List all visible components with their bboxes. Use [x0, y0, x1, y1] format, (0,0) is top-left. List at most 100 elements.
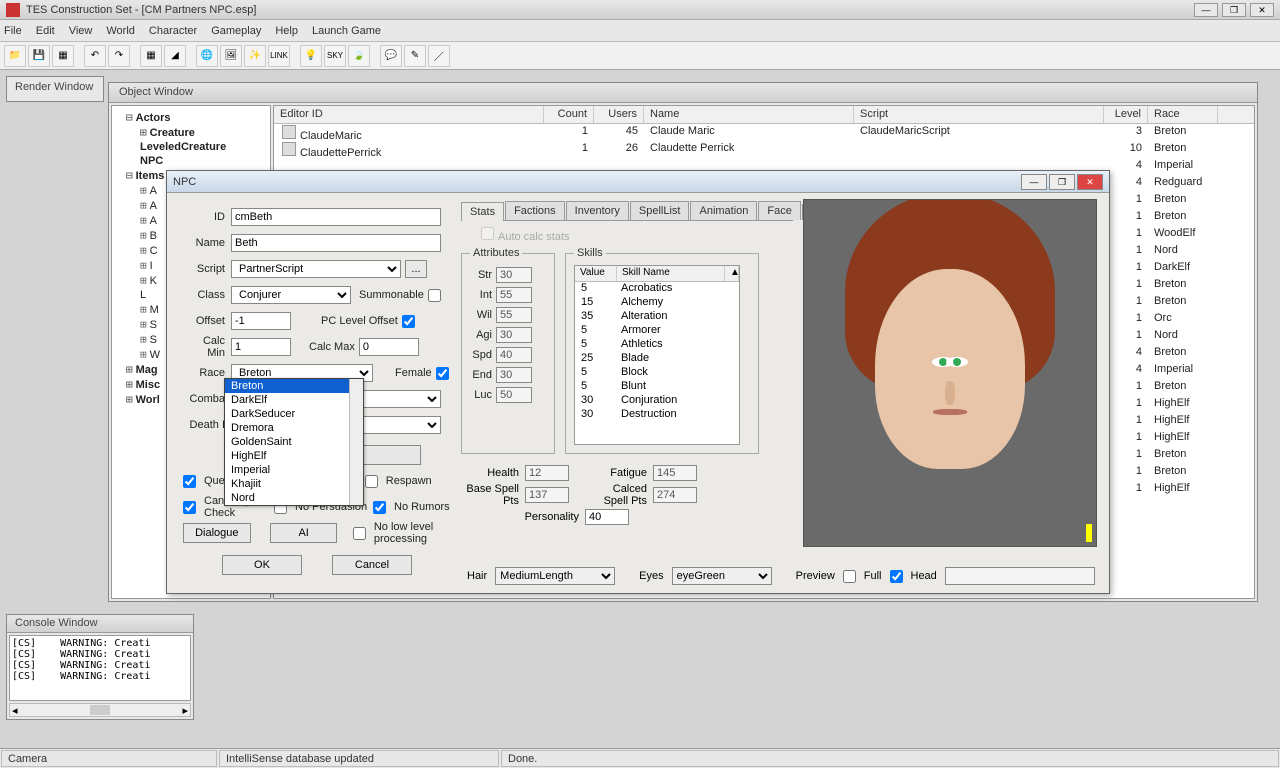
tool-path-icon[interactable]: ✨ — [244, 45, 266, 67]
tool-open-icon[interactable]: 📁 — [4, 45, 26, 67]
personality-input[interactable] — [585, 509, 629, 525]
tool-scene-icon[interactable]: ／ — [428, 45, 450, 67]
menu-character[interactable]: Character — [149, 25, 197, 37]
close-button[interactable]: ✕ — [1250, 3, 1274, 17]
skill-row[interactable]: 5Blunt — [575, 380, 739, 394]
id-input[interactable] — [231, 208, 441, 226]
pclevel-checkbox[interactable] — [402, 315, 415, 328]
eyes-select[interactable]: eyeGreen — [672, 567, 772, 585]
dropdown-scrollbar[interactable] — [349, 379, 363, 505]
head-checkbox[interactable] — [890, 570, 903, 583]
attr-int-input[interactable] — [496, 287, 532, 303]
console-scrollbar[interactable]: ◂▸ — [9, 703, 191, 717]
tool-undo-icon[interactable]: ↶ — [84, 45, 106, 67]
respawn-checkbox[interactable] — [365, 475, 378, 488]
tab-factions[interactable]: Factions — [505, 201, 565, 220]
tool-script-icon[interactable]: ✎ — [404, 45, 426, 67]
tool-save-icon[interactable]: 💾 — [28, 45, 50, 67]
col-name[interactable]: Name — [644, 106, 854, 123]
menu-help[interactable]: Help — [275, 25, 298, 37]
race-option[interactable]: Nord — [225, 491, 363, 505]
maximize-button[interactable]: ❐ — [1222, 3, 1246, 17]
npc-maximize-button[interactable]: ❐ — [1049, 174, 1075, 190]
tab-stats[interactable]: Stats — [461, 202, 504, 221]
skill-row[interactable]: 15Alchemy — [575, 296, 739, 310]
tool-angle-icon[interactable]: ◢ — [164, 45, 186, 67]
attr-wil-input[interactable] — [496, 307, 532, 323]
tool-dialogue-icon[interactable]: 💬 — [380, 45, 402, 67]
name-input[interactable] — [231, 234, 441, 252]
face-preview[interactable] — [803, 199, 1097, 547]
race-option[interactable]: Breton — [225, 379, 363, 393]
race-option[interactable]: GoldenSaint — [225, 435, 363, 449]
script-edit-button[interactable]: ... — [405, 260, 427, 278]
attr-spd-input[interactable] — [496, 347, 532, 363]
table-row[interactable]: ClaudeMaric145Claude MaricClaudeMaricScr… — [274, 124, 1254, 141]
tool-leaf-icon[interactable]: 🍃 — [348, 45, 370, 67]
cancorpse-checkbox[interactable] — [183, 501, 196, 514]
tool-form-icon[interactable]: ▦ — [52, 45, 74, 67]
attr-str-input[interactable] — [496, 267, 532, 283]
script-select[interactable]: PartnerScript — [231, 260, 401, 278]
minimize-button[interactable]: — — [1194, 3, 1218, 17]
skill-row[interactable]: 35Alteration — [575, 310, 739, 324]
dialogue-button[interactable]: Dialogue — [183, 523, 251, 543]
skill-row[interactable]: 30Conjuration — [575, 394, 739, 408]
tool-link-icon[interactable]: LINK — [268, 45, 290, 67]
col-race[interactable]: Race — [1148, 106, 1218, 123]
object-window-title[interactable]: Object Window — [109, 83, 1257, 103]
race-option[interactable]: DarkSeducer — [225, 407, 363, 421]
render-window-title[interactable]: Render Window — [6, 76, 104, 102]
tree-node[interactable]: ⊟Actors — [116, 110, 266, 125]
col-users[interactable]: Users — [594, 106, 644, 123]
tab-inventory[interactable]: Inventory — [566, 201, 629, 220]
npc-titlebar[interactable]: NPC — ❐ ✕ — [167, 171, 1109, 193]
race-option[interactable]: Dremora — [225, 421, 363, 435]
console-body[interactable]: [CS] WARNING: Creati [CS] WARNING: Creat… — [9, 635, 191, 701]
ok-button[interactable]: OK — [222, 555, 302, 575]
npc-minimize-button[interactable]: — — [1021, 174, 1047, 190]
attr-end-input[interactable] — [496, 367, 532, 383]
menu-edit[interactable]: Edit — [36, 25, 55, 37]
col-level[interactable]: Level — [1104, 106, 1148, 123]
console-title[interactable]: Console Window — [7, 615, 193, 633]
tab-face[interactable]: Face — [758, 201, 800, 220]
col-script[interactable]: Script — [854, 106, 1104, 123]
skill-row[interactable]: 30Destruction — [575, 408, 739, 422]
calcmin-input[interactable] — [231, 338, 291, 356]
tree-node[interactable]: LeveledCreature — [116, 140, 266, 154]
full-checkbox[interactable] — [843, 570, 856, 583]
menu-view[interactable]: View — [69, 25, 93, 37]
race-option[interactable]: Imperial — [225, 463, 363, 477]
basesp-input[interactable] — [525, 487, 569, 503]
skill-row[interactable]: 5Block — [575, 366, 739, 380]
attr-luc-input[interactable] — [496, 387, 532, 403]
tool-sky-icon[interactable]: SKY — [324, 45, 346, 67]
ai-button[interactable]: AI — [270, 523, 338, 543]
skills-list[interactable]: ValueSkill Name▲ 5Acrobatics15Alchemy35A… — [574, 265, 740, 445]
npc-close-button[interactable]: ✕ — [1077, 174, 1103, 190]
health-input[interactable] — [525, 465, 569, 481]
list-header[interactable]: Editor ID Count Users Name Script Level … — [274, 106, 1254, 124]
skill-row[interactable]: 5Armorer — [575, 324, 739, 338]
skill-row[interactable]: 25Blade — [575, 352, 739, 366]
skill-row[interactable]: 5Athletics — [575, 338, 739, 352]
norumors-checkbox[interactable] — [373, 501, 386, 514]
calcsp-input[interactable] — [653, 487, 697, 503]
tool-world-icon[interactable]: 🌐 — [196, 45, 218, 67]
head-path-input[interactable] — [945, 567, 1095, 585]
col-editor-id[interactable]: Editor ID — [274, 106, 544, 123]
que-checkbox[interactable] — [183, 475, 196, 488]
tool-redo-icon[interactable]: ↷ — [108, 45, 130, 67]
calcmax-input[interactable] — [359, 338, 419, 356]
hair-select[interactable]: MediumLength — [495, 567, 615, 585]
class-select[interactable]: Conjurer — [231, 286, 351, 304]
summonable-checkbox[interactable] — [428, 289, 441, 302]
menu-file[interactable]: File — [4, 25, 22, 37]
tab-spelllist[interactable]: SpellList — [630, 201, 690, 220]
cancel-button[interactable]: Cancel — [332, 555, 412, 575]
table-row[interactable]: ClaudettePerrick126Claudette Perrick10Br… — [274, 141, 1254, 158]
tool-snap-icon[interactable]: ▦ — [140, 45, 162, 67]
tree-node[interactable]: ⊞Creature — [116, 125, 266, 140]
tool-landscape-icon[interactable]: 🖼 — [220, 45, 242, 67]
